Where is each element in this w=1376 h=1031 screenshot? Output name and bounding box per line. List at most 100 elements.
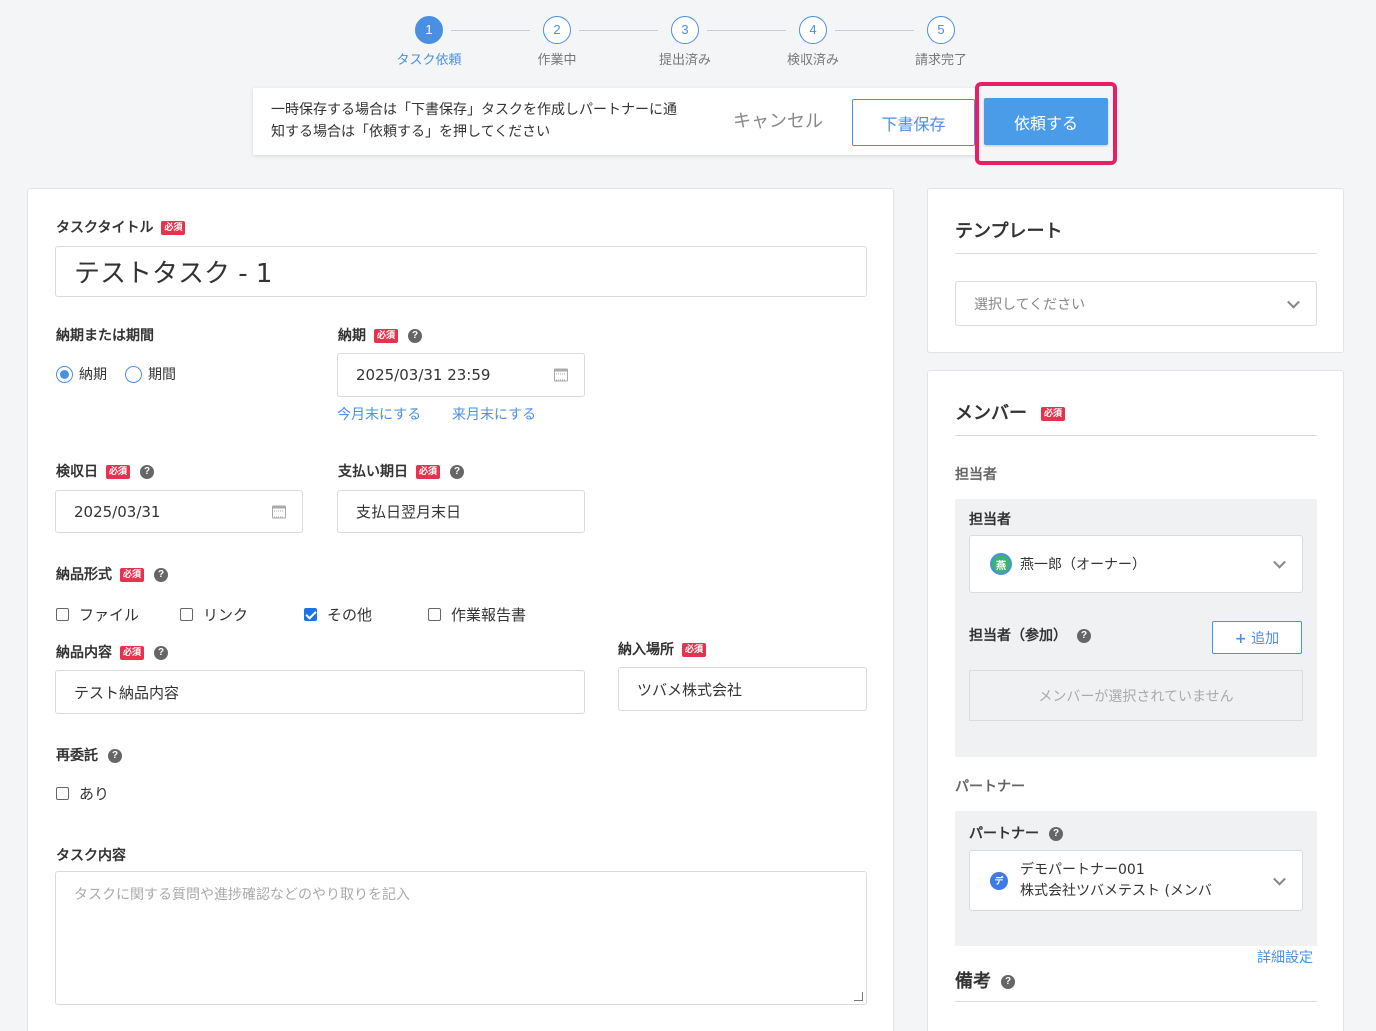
radio-dot bbox=[56, 365, 73, 383]
task-title-input[interactable]: テストタスク - 1 bbox=[55, 246, 867, 297]
partner-select[interactable]: デ デモパートナー001 株式会社ツバメテスト (メンバ bbox=[969, 850, 1303, 911]
checkbox bbox=[56, 608, 69, 621]
inspection-date-input[interactable]: 2025/03/31 bbox=[55, 490, 303, 533]
avatar: 燕 bbox=[990, 553, 1012, 575]
step-number: 3 bbox=[671, 16, 699, 44]
calendar-icon bbox=[272, 505, 286, 518]
task-content-label: タスク内容 bbox=[56, 848, 126, 864]
delivery-content-label: 納品内容 必須? bbox=[56, 642, 169, 662]
template-select[interactable]: 選択してください bbox=[955, 281, 1317, 326]
required-badge: 必須 bbox=[374, 329, 399, 343]
format-report-checkbox[interactable]: 作業報告書 bbox=[428, 604, 526, 625]
step-4: 4 検収済み bbox=[763, 16, 863, 68]
checkbox bbox=[428, 608, 441, 621]
step-label: タスク依頼 bbox=[396, 53, 462, 68]
delivery-place-label: 納入場所 必須 bbox=[618, 639, 707, 659]
action-message-line: 一時保存する場合は「下書保存」タスクを作成しパートナーに通 bbox=[271, 102, 677, 118]
chevron-down-icon bbox=[1273, 872, 1286, 886]
subcontract-label: 再委託? bbox=[56, 745, 122, 765]
step-1: 1 タスク依頼 bbox=[379, 16, 479, 68]
partner-info: デモパートナー001 株式会社ツバメテスト (メンバ bbox=[1020, 860, 1212, 902]
delivery-content-input[interactable]: テスト納品内容 bbox=[55, 670, 585, 714]
partner-name: デモパートナー001 bbox=[1020, 861, 1145, 878]
template-panel: テンプレート 選択してください bbox=[927, 188, 1344, 353]
payment-due-input[interactable]: 支払日翌月末日 bbox=[337, 490, 585, 533]
this-month-end-link[interactable]: 今月末にする bbox=[337, 404, 421, 424]
step-5: 5 請求完了 bbox=[891, 16, 991, 68]
task-title-label: タスクタイトル 必須 bbox=[56, 217, 186, 237]
progress-stepper: 1 タスク依頼 2 作業中 3 提出済み 4 検収済み 5 請求完了 bbox=[0, 16, 1376, 76]
required-badge: 必須 bbox=[106, 465, 131, 479]
checkbox bbox=[180, 608, 193, 621]
resize-grip[interactable] bbox=[854, 992, 863, 1001]
radio-period[interactable]: 期間 bbox=[125, 364, 176, 384]
request-button[interactable]: 依頼する bbox=[984, 98, 1108, 145]
template-title: テンプレート bbox=[955, 221, 1063, 242]
required-badge: 必須 bbox=[120, 568, 145, 582]
required-badge: 必須 bbox=[161, 221, 186, 235]
help-icon[interactable]: ? bbox=[140, 465, 155, 479]
checkbox bbox=[304, 608, 317, 621]
action-message-line: 知する場合は「依頼する」を押してください bbox=[271, 124, 551, 140]
member-panel: メンバー 必須 担当者 担当者 燕 燕一郎（オーナー） 担当者（参加）? + 追加… bbox=[927, 370, 1344, 1031]
radio-deadline[interactable]: 納期 bbox=[56, 364, 107, 384]
deadline-label: 納期 必須? bbox=[338, 325, 423, 345]
help-icon[interactable]: ? bbox=[1049, 827, 1063, 841]
assignee-select[interactable]: 燕 燕一郎（オーナー） bbox=[969, 535, 1303, 593]
notes-title: 備考? bbox=[955, 967, 1015, 993]
plus-icon: + bbox=[1234, 630, 1247, 647]
step-3: 3 提出済み bbox=[635, 16, 735, 68]
deadline-type-label: 納期または期間 bbox=[56, 328, 154, 344]
format-file-checkbox[interactable]: ファイル bbox=[56, 604, 139, 625]
calendar-icon bbox=[554, 368, 568, 382]
assignee-section-label: 担当者 bbox=[955, 467, 997, 483]
action-bar: 一時保存する場合は「下書保存」タスクを作成しパートナーに通 知する場合は「依頼す… bbox=[253, 88, 977, 155]
avatar: デ bbox=[990, 871, 1008, 890]
partner-label: パートナー? bbox=[969, 823, 1063, 843]
chevron-down-icon bbox=[1287, 295, 1300, 309]
radio-dot bbox=[125, 365, 142, 383]
step-number: 2 bbox=[543, 16, 571, 44]
cancel-button[interactable]: キャンセル bbox=[733, 107, 823, 133]
save-draft-button[interactable]: 下書保存 bbox=[852, 99, 975, 146]
divider bbox=[955, 435, 1317, 436]
step-label: 提出済み bbox=[658, 53, 711, 68]
participant-label: 担当者（参加）? bbox=[969, 625, 1091, 645]
payment-due-label: 支払い期日 必須? bbox=[338, 461, 465, 481]
help-icon[interactable]: ? bbox=[154, 646, 169, 660]
help-icon[interactable]: ? bbox=[154, 568, 169, 582]
help-icon[interactable]: ? bbox=[1077, 629, 1091, 643]
deadline-date-input[interactable]: 2025/03/31 23:59 bbox=[337, 353, 585, 397]
step-label: 検収済み bbox=[786, 53, 839, 68]
partner-section-label: パートナー bbox=[955, 779, 1025, 795]
format-link-checkbox[interactable]: リンク bbox=[180, 604, 248, 625]
step-2: 2 作業中 bbox=[507, 16, 607, 68]
detail-settings-link[interactable]: 詳細設定 bbox=[1257, 947, 1313, 967]
help-icon[interactable]: ? bbox=[1001, 975, 1015, 989]
required-badge: 必須 bbox=[1041, 407, 1066, 421]
inspection-date-label: 検収日 必須? bbox=[56, 461, 155, 481]
divider bbox=[955, 253, 1317, 254]
help-icon[interactable]: ? bbox=[108, 749, 122, 763]
action-message: 一時保存する場合は「下書保存」タスクを作成しパートナーに通 知する場合は「依頼す… bbox=[271, 99, 711, 143]
help-icon[interactable]: ? bbox=[450, 465, 465, 479]
subcontract-checkbox[interactable]: あり bbox=[56, 783, 109, 804]
help-icon[interactable]: ? bbox=[408, 329, 423, 343]
step-number: 5 bbox=[927, 16, 955, 44]
assignee-label: 担当者 bbox=[969, 512, 1011, 528]
add-member-button[interactable]: + 追加 bbox=[1212, 621, 1302, 654]
chevron-down-icon bbox=[1273, 555, 1286, 569]
format-other-checkbox[interactable]: その他 bbox=[304, 604, 372, 625]
task-content-textarea[interactable]: タスクに関する質問や進捗確認などのやり取りを記入 bbox=[55, 871, 867, 1005]
step-number: 4 bbox=[799, 16, 827, 44]
task-form-panel: タスクタイトル 必須 テストタスク - 1 納期または期間 納期 期間 納期 必須?… bbox=[27, 188, 894, 1031]
step-number: 1 bbox=[415, 16, 443, 44]
delivery-format-label: 納品形式 必須? bbox=[56, 564, 169, 584]
member-title: メンバー 必須 bbox=[955, 399, 1066, 425]
next-month-end-link[interactable]: 来月末にする bbox=[452, 404, 536, 424]
delivery-place-input[interactable]: ツバメ株式会社 bbox=[618, 667, 867, 711]
no-members-placeholder: メンバーが選択されていません bbox=[969, 670, 1303, 721]
checkbox bbox=[56, 787, 69, 800]
divider bbox=[955, 1001, 1317, 1002]
partner-box: パートナー? デ デモパートナー001 株式会社ツバメテスト (メンバ bbox=[955, 811, 1317, 946]
